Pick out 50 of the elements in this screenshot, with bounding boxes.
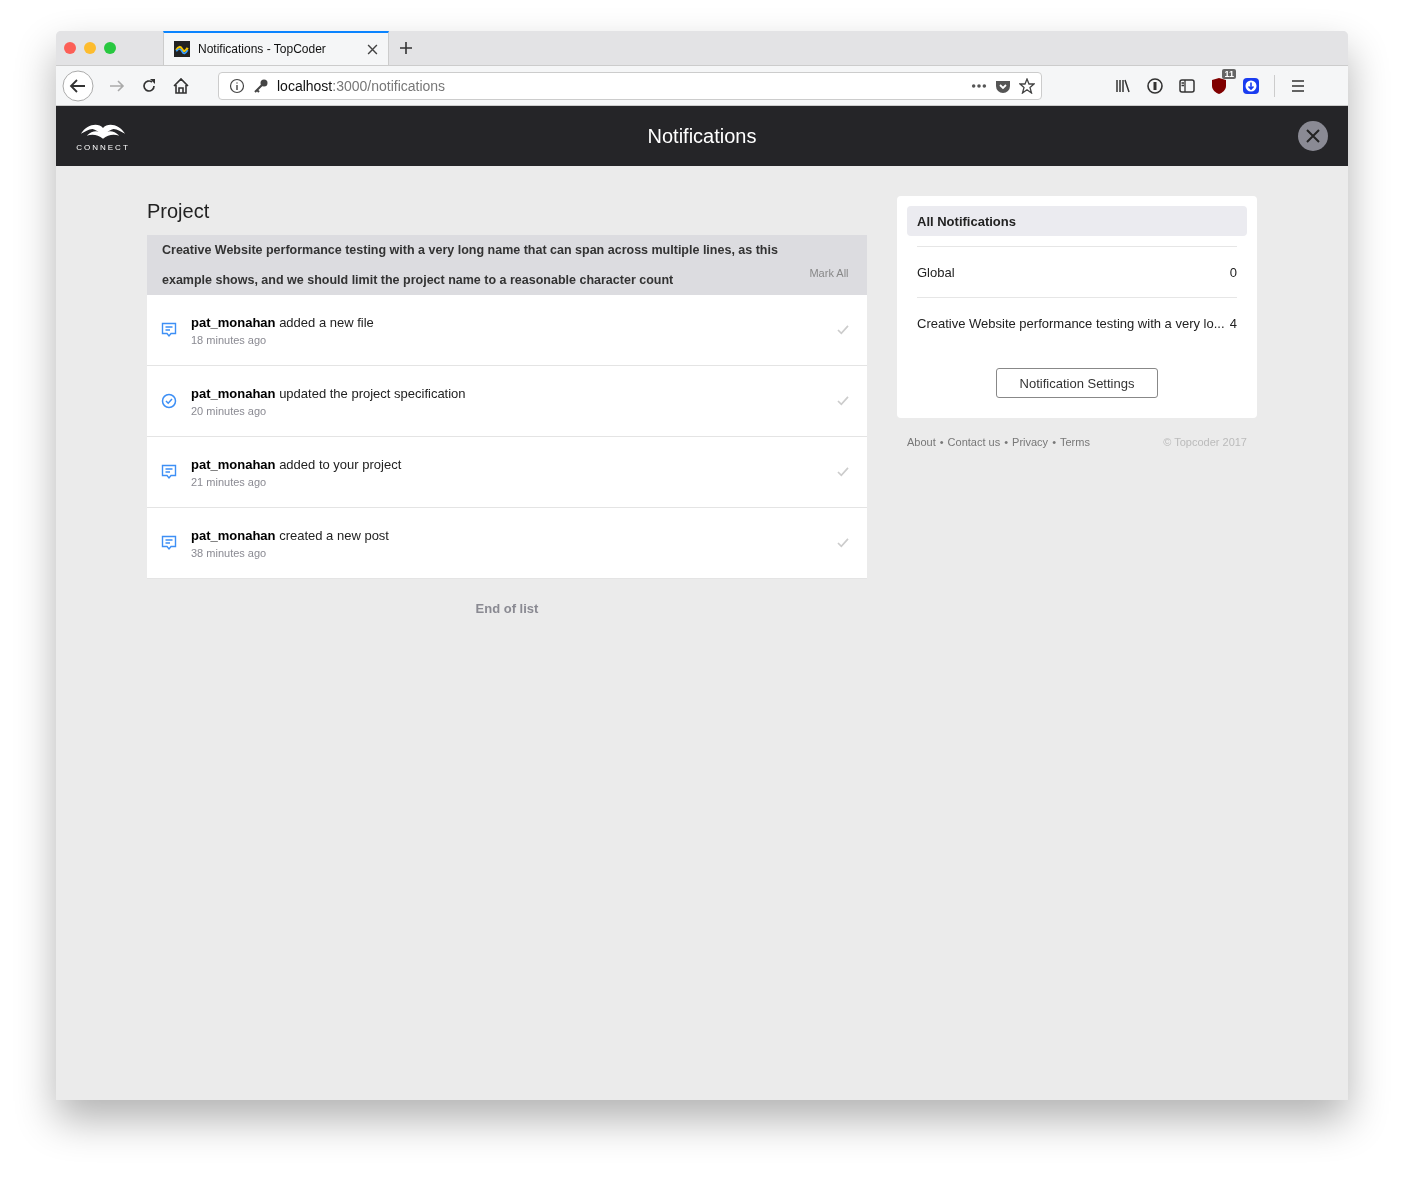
reload-icon[interactable]	[140, 76, 158, 95]
logo-text: CONNECT	[76, 143, 130, 152]
filter-item[interactable]: All Notifications	[907, 206, 1247, 236]
footer-link[interactable]: Terms	[1060, 436, 1090, 448]
checkmark-icon[interactable]	[837, 396, 849, 406]
wave-icon	[174, 41, 190, 57]
separator-dot: •	[1004, 436, 1009, 448]
key-icon	[253, 77, 269, 94]
check-circle-icon	[161, 393, 177, 409]
notification-settings-button[interactable]: Notification Settings	[996, 368, 1158, 398]
home-icon[interactable]	[172, 76, 190, 95]
comment-icon	[161, 464, 177, 480]
download-icon[interactable]	[1242, 76, 1260, 95]
checkmark-icon[interactable]	[837, 467, 849, 477]
end-of-list-text: End of list	[474, 601, 540, 616]
browser-tab[interactable]: Notifications - TopCoder	[163, 31, 389, 65]
comment-icon	[161, 535, 177, 551]
footer-link[interactable]: About	[907, 436, 936, 448]
notification-text: pat_monahan added a new file	[191, 314, 375, 330]
footer-link[interactable]: Privacy	[1012, 436, 1049, 448]
back-icon[interactable]	[62, 69, 94, 102]
notification-time: 20 minutes ago	[191, 404, 268, 417]
shield-icon[interactable]	[1210, 76, 1228, 95]
filter-item[interactable]: Creative Website performance testing with a very lo... 4	[917, 297, 1237, 348]
comment-icon	[161, 322, 177, 338]
close-icon[interactable]	[1298, 121, 1328, 151]
notification-time: 18 minutes ago	[191, 333, 268, 346]
notification-text: pat_monahan created a new post	[191, 527, 390, 543]
separator-dot: •	[1052, 436, 1056, 448]
address-bar[interactable]: localhost:3000/notifications	[218, 71, 1042, 100]
notification-text: pat_monahan updated the project specification	[191, 385, 467, 401]
extension-badge: 11	[1222, 68, 1236, 79]
info-icon[interactable]	[229, 77, 245, 94]
notification-time: 21 minutes ago	[191, 475, 268, 488]
checkmark-icon[interactable]	[837, 325, 849, 335]
new-tab-icon[interactable]	[399, 41, 413, 55]
notification-text: pat_monahan added to your project	[191, 456, 403, 472]
separator-dot: •	[939, 436, 944, 448]
password-manager-icon[interactable]	[1146, 76, 1164, 95]
footer-link[interactable]: Contact us	[947, 436, 1001, 448]
section-heading: Project	[147, 200, 211, 223]
page-title: Notifications	[647, 124, 757, 148]
checkmark-icon[interactable]	[837, 538, 849, 548]
filter-item[interactable]: Global 0	[917, 246, 1237, 297]
project-name: Creative Website performance testing with a very long name that can span across multiple lines, as this example shows, and we should limit the project name to a reasonable character count	[162, 242, 779, 289]
url-text: localhost:3000/notifications	[277, 77, 447, 94]
star-icon[interactable]	[1019, 77, 1035, 94]
sidebar-icon[interactable]	[1178, 76, 1196, 95]
notification-time: 38 minutes ago	[191, 546, 268, 559]
close-tab-icon[interactable]	[367, 43, 378, 55]
